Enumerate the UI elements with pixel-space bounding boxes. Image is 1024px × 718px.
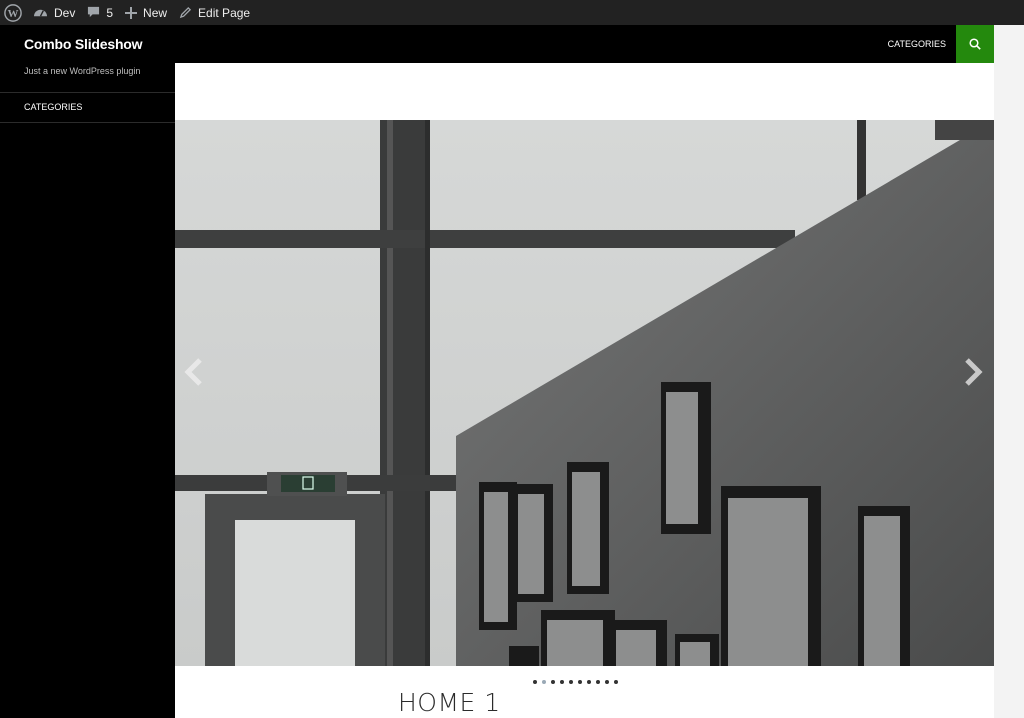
slide-prev-button[interactable] — [179, 352, 209, 392]
slide-pager-dot[interactable] — [605, 680, 609, 684]
comments-menu[interactable]: 5 — [81, 0, 119, 25]
slide-pager-dot[interactable] — [614, 680, 618, 684]
edit-page-link[interactable]: Edit Page — [173, 0, 256, 25]
slideshow[interactable] — [175, 120, 994, 666]
plus-icon — [125, 6, 138, 19]
comments-count: 5 — [106, 5, 114, 20]
slide-pager-dot[interactable] — [596, 680, 600, 684]
svg-text:W: W — [8, 8, 19, 20]
search-toggle-button[interactable] — [956, 25, 994, 63]
sidebar-item-categories[interactable]: CATEGORIES — [24, 102, 82, 112]
slide-pager-dot[interactable] — [578, 680, 582, 684]
header-bar: CATEGORIES — [175, 25, 994, 63]
site-title[interactable]: Combo Slideshow — [24, 36, 143, 52]
admin-bar: W Dev 5 New Edit Page — [0, 0, 1024, 25]
comment-icon — [88, 6, 100, 18]
page-gutter — [994, 25, 1024, 718]
wp-logo-menu[interactable]: W — [0, 0, 27, 25]
pencil-icon — [179, 6, 192, 19]
wordpress-logo-icon: W — [4, 3, 22, 22]
slide-next-button[interactable] — [958, 352, 988, 392]
chevron-left-icon — [184, 358, 202, 386]
sidebar-nav: CATEGORIES — [0, 92, 175, 123]
slide-pager-dot[interactable] — [560, 680, 564, 684]
slide-pager-dot[interactable] — [569, 680, 573, 684]
slide-pager-dot[interactable] — [533, 680, 537, 684]
edit-page-label: Edit Page — [198, 5, 251, 20]
slide-pager — [533, 680, 618, 688]
site-name-menu[interactable]: Dev — [27, 0, 81, 25]
dashboard-icon — [34, 9, 47, 17]
nav-item-categories[interactable]: CATEGORIES — [888, 39, 946, 49]
new-content-menu[interactable]: New — [119, 0, 173, 25]
site-sidebar: Combo Slideshow Just a new WordPress plu… — [0, 25, 175, 718]
slide-pager-dot[interactable] — [551, 680, 555, 684]
search-icon — [969, 38, 981, 50]
site-name-label: Dev — [54, 5, 76, 20]
page-title: HOME 1 — [398, 688, 501, 717]
chevron-right-icon — [965, 358, 983, 386]
new-label: New — [143, 5, 168, 20]
site-description: Just a new WordPress plugin — [24, 66, 141, 76]
slide-photo — [175, 120, 994, 666]
slide-pager-dot[interactable] — [542, 680, 546, 684]
slide-pager-dot[interactable] — [587, 680, 591, 684]
